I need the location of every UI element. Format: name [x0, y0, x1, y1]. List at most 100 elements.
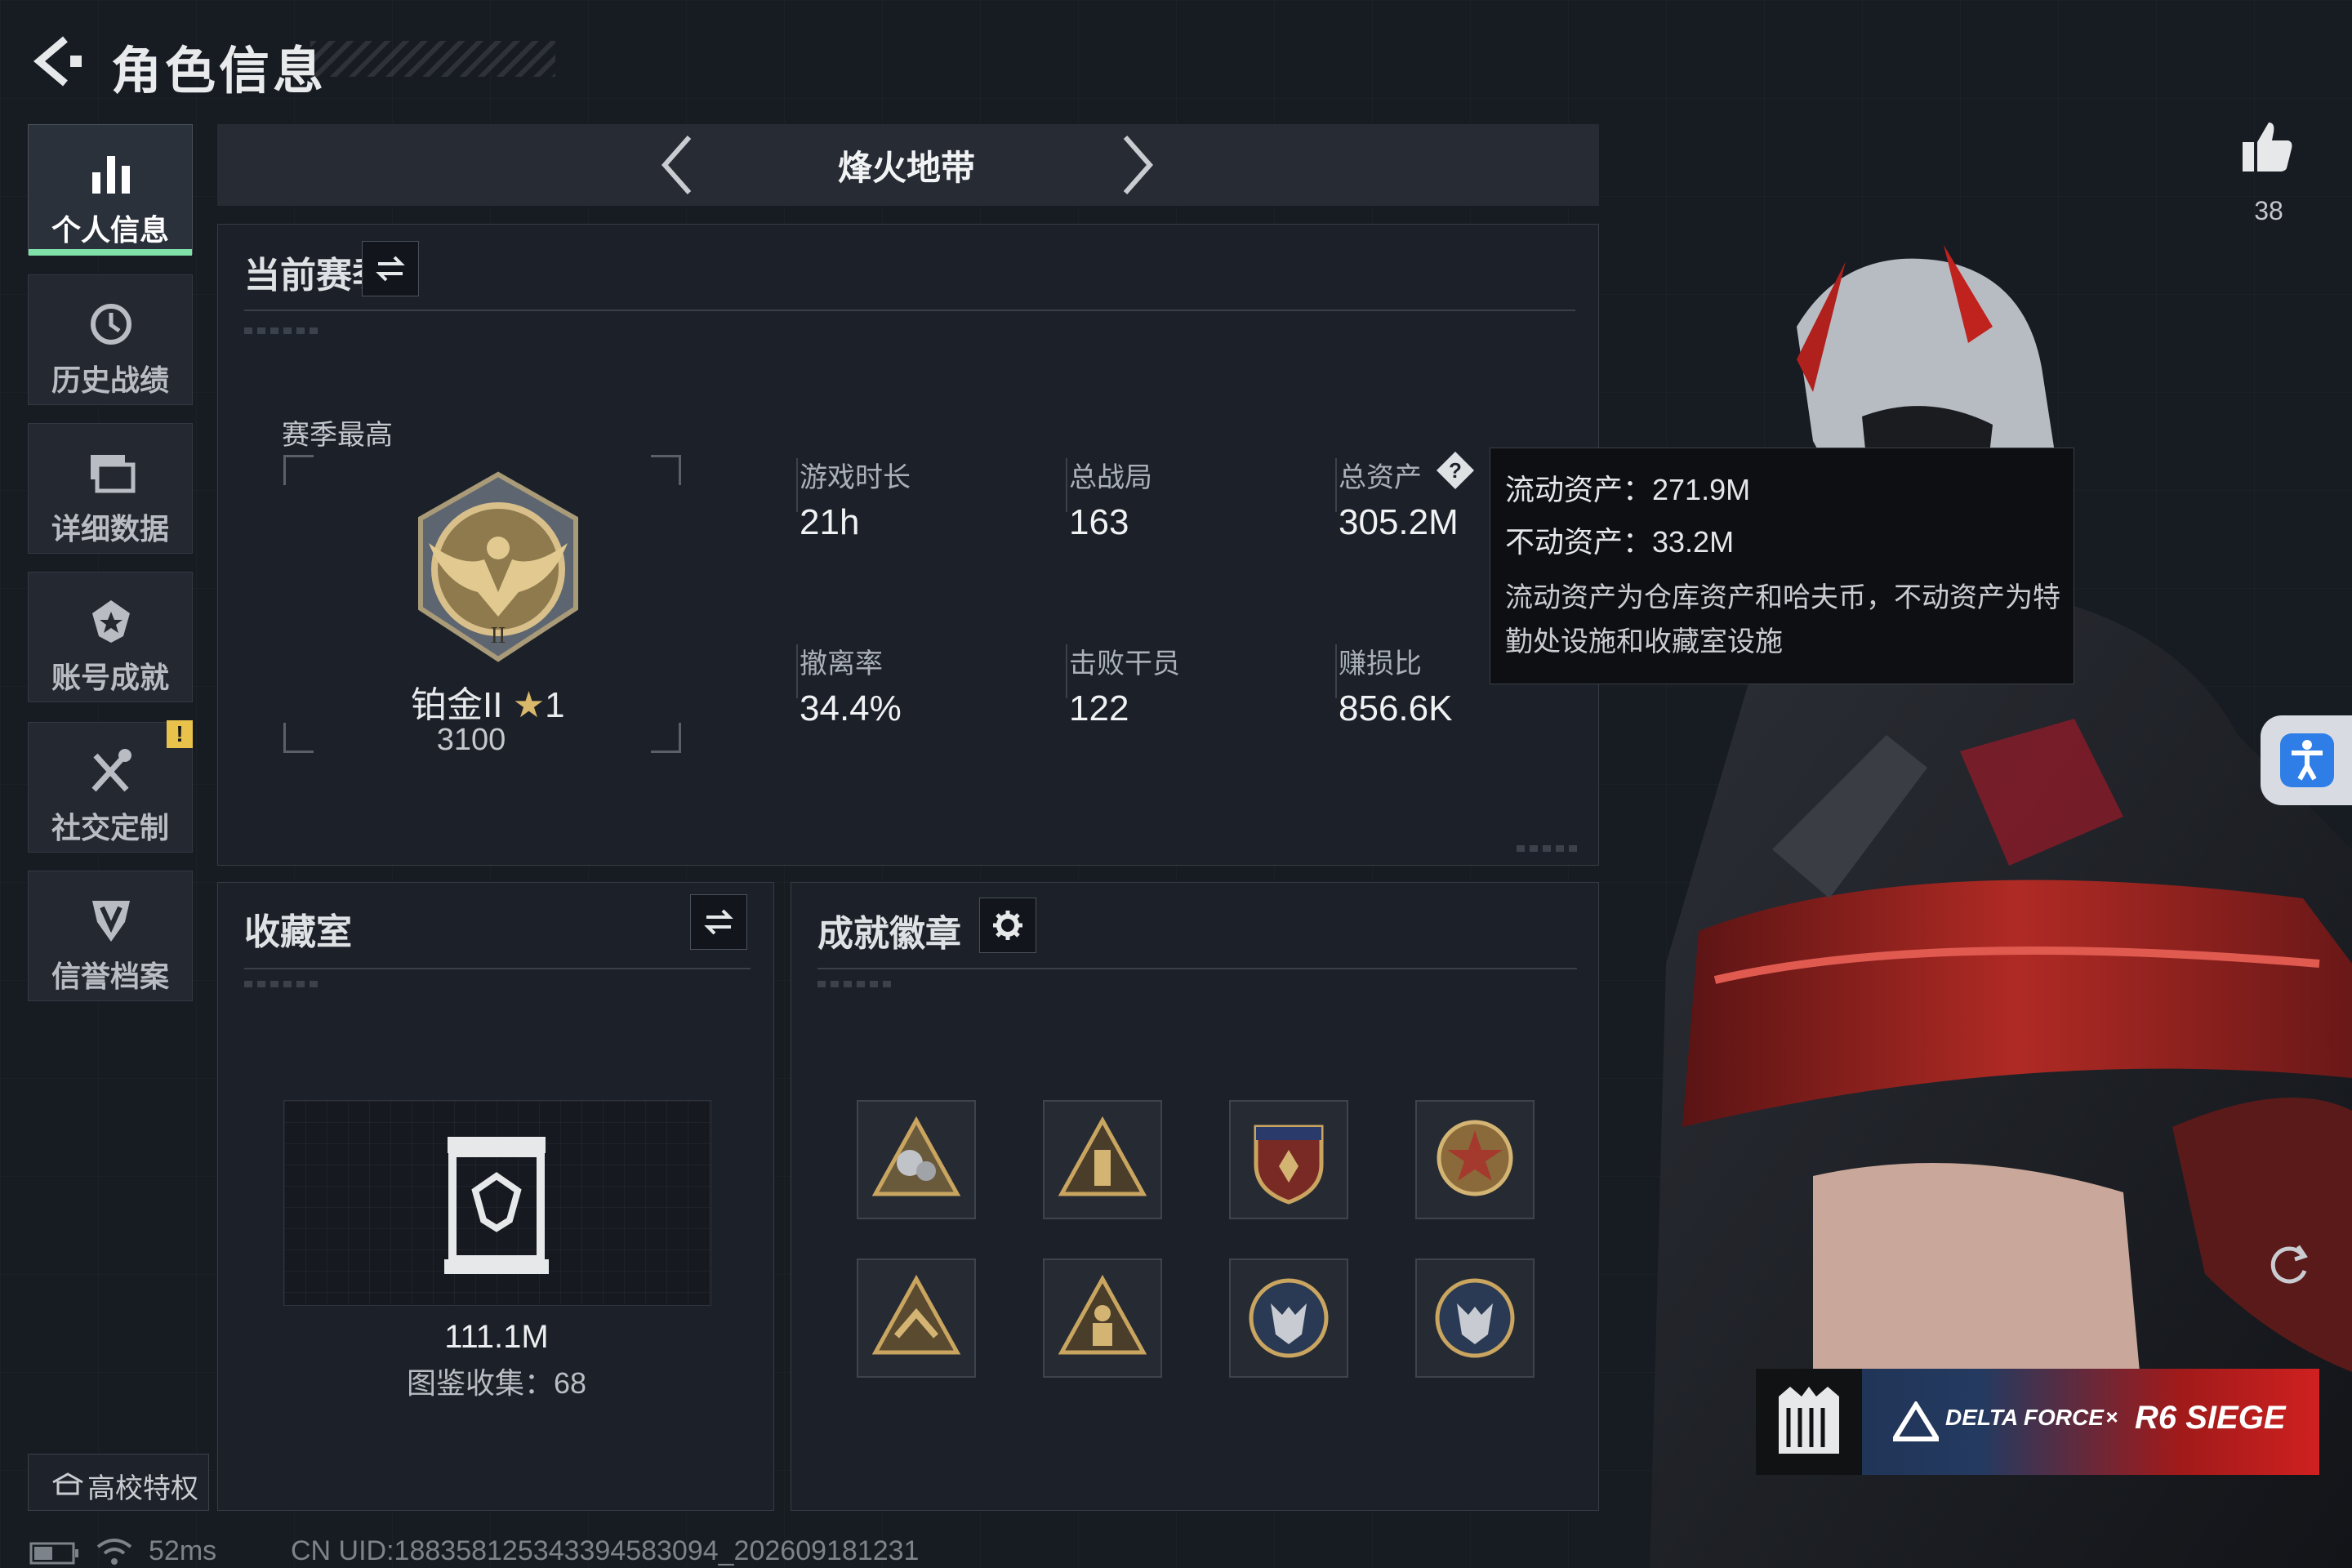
achievement-badge-2[interactable]: [1043, 1100, 1162, 1219]
divider: [1335, 458, 1337, 512]
showcase-icon: [444, 1137, 549, 1274]
stat-value-profit-ratio: 856.6K: [1339, 688, 1453, 728]
banner-logo-box: [1756, 1369, 1862, 1475]
liquid-assets: 流动资产：271.9M: [1505, 473, 1751, 506]
stat-value-playtime: 21h: [800, 502, 860, 542]
stat-label-operators-defeated: 击败干员: [1069, 648, 1180, 679]
divider: [1066, 458, 1067, 512]
stat-value-operators-defeated: 122: [1069, 688, 1129, 728]
sidebar-item-detailed-data[interactable]: 详细数据: [28, 423, 193, 554]
stat-label-extraction-rate: 撤离率: [800, 648, 883, 679]
gears-triangle-badge-icon: [871, 1116, 961, 1196]
character-model: [1650, 245, 2352, 1568]
decoration: [817, 981, 891, 987]
stat-label-total-matches: 总战局: [1069, 462, 1152, 493]
achievement-badge-3[interactable]: [1229, 1100, 1348, 1219]
sidebar-item-label: 信誉档案: [51, 960, 169, 993]
tower-triangle-badge-icon: [1058, 1116, 1147, 1196]
ping-text: 52ms: [149, 1535, 217, 1566]
divider: [1066, 644, 1067, 698]
divider: [796, 644, 798, 698]
bar-chart-icon: [92, 156, 130, 194]
season-switch-button[interactable]: [362, 241, 419, 296]
alert-badge: !: [167, 720, 193, 748]
help-symbol: ?: [1449, 458, 1462, 483]
sidebar-item-history[interactable]: 历史战绩: [28, 274, 193, 405]
chevron-triangle-badge-icon: [871, 1274, 961, 1355]
fixed-assets: 不动资产：33.2M: [1505, 525, 1735, 559]
uid-text: CN UID:18835812534339458309​4_2026091812…: [291, 1535, 920, 1566]
collection-title: 收藏室: [244, 912, 352, 952]
credit-shield-icon: [92, 901, 130, 942]
divider: [244, 968, 751, 969]
gear-icon: [993, 911, 1022, 940]
help-icon[interactable]: ?: [1435, 450, 1476, 491]
achievement-badge-7[interactable]: [1229, 1258, 1348, 1378]
wolf-round-badge-icon: [1249, 1278, 1329, 1358]
stat-label-playtime: 游戏时长: [800, 462, 911, 493]
asset-tooltip: 流动资产：271.9M 不动资产：33.2M 流动资产为仓库资产和哈夫币，不动资…: [1490, 448, 2074, 684]
divider: [1335, 644, 1337, 698]
stat-value-total-assets: 305.2M: [1339, 502, 1459, 542]
banner-right-text: R6 SIEGE: [2135, 1400, 2286, 1436]
badge-settings-button[interactable]: [979, 898, 1036, 953]
achievement-star-icon: [92, 600, 130, 643]
page-title: 角色信息: [111, 43, 327, 100]
decoration: [244, 981, 318, 987]
squad-logo-icon: [1779, 1387, 1839, 1454]
chevron-left-icon[interactable]: [650, 131, 707, 199]
frame-corner: [651, 723, 681, 753]
achievement-badge-6[interactable]: [1043, 1258, 1162, 1378]
collection-room-panel: 收藏室 111.1M 图鉴收集：68: [217, 882, 774, 1511]
sidebar-item-personal-info[interactable]: 个人信息: [28, 124, 193, 256]
decoration: [244, 327, 318, 334]
sidebar-item-label: 个人信息: [51, 213, 169, 247]
sidebar-item-label: 账号成就: [51, 661, 169, 694]
stat-value-total-matches: 163: [1069, 502, 1129, 542]
achievements-title: 成就徽章: [817, 914, 961, 954]
achievement-badge-1[interactable]: [857, 1100, 976, 1219]
battery-icon: [29, 1542, 78, 1565]
tools-icon: [91, 749, 131, 792]
switch-arrows-icon: [704, 909, 733, 935]
like-count: 38: [2254, 196, 2283, 225]
collection-switch-button[interactable]: [690, 894, 747, 950]
sidebar-item-achievements[interactable]: 账号成就: [28, 572, 193, 702]
collection-value: 111.1M: [444, 1319, 549, 1355]
title-decoration: [310, 41, 555, 77]
star-icon: ★: [512, 685, 546, 725]
campus-privilege-button[interactable]: 高校特权: [28, 1454, 209, 1511]
chevron-right-icon[interactable]: [1107, 131, 1165, 199]
back-arrow-icon[interactable]: [28, 33, 85, 90]
frame-corner: [651, 455, 681, 485]
rank-name-text: 铂金II: [411, 685, 503, 725]
divider: [817, 968, 1577, 969]
sidebar-item-label: 社交定制: [51, 811, 169, 844]
rank-emblem-icon: II: [418, 471, 578, 662]
divider: [244, 310, 1575, 311]
season-best-label: 赛季最高: [282, 420, 393, 451]
campus-icon: [52, 1472, 83, 1495]
mode-title: 烽火地带: [837, 149, 975, 187]
frame-corner: [283, 723, 314, 753]
accessibility-button[interactable]: [2261, 715, 2352, 805]
stat-label-total-assets: 总资产: [1339, 462, 1422, 493]
wifi-icon: [96, 1539, 132, 1565]
collection-preview[interactable]: [283, 1100, 711, 1306]
switch-arrows-icon: [376, 256, 405, 282]
sidebar-item-credit[interactable]: 信誉档案: [28, 871, 193, 1001]
current-season-panel: 当前赛季 赛季最高 II 铂金II ★1 3100 游戏时长 21h 总战局 1…: [217, 224, 1599, 866]
sidebar-item-label: 详细数据: [51, 512, 169, 546]
rotate-icon[interactable]: [2262, 1238, 2314, 1290]
stat-value-extraction-rate: 34.4%: [800, 688, 902, 728]
rank-name: 铂金II ★1: [411, 675, 565, 728]
collection-count: 图鉴收集：68: [406, 1366, 587, 1400]
campus-label: 高校特权: [87, 1473, 198, 1504]
achievement-badge-5[interactable]: [857, 1258, 976, 1378]
banner-x: ×: [2105, 1405, 2118, 1429]
rank-score: 3100: [436, 723, 506, 757]
soldier-triangle-badge-icon: [1058, 1274, 1147, 1355]
rank-stars: 1: [545, 685, 565, 725]
achievement-badges-panel: 成就徽章: [791, 882, 1599, 1511]
thumbs-up-icon[interactable]: [2238, 118, 2296, 176]
